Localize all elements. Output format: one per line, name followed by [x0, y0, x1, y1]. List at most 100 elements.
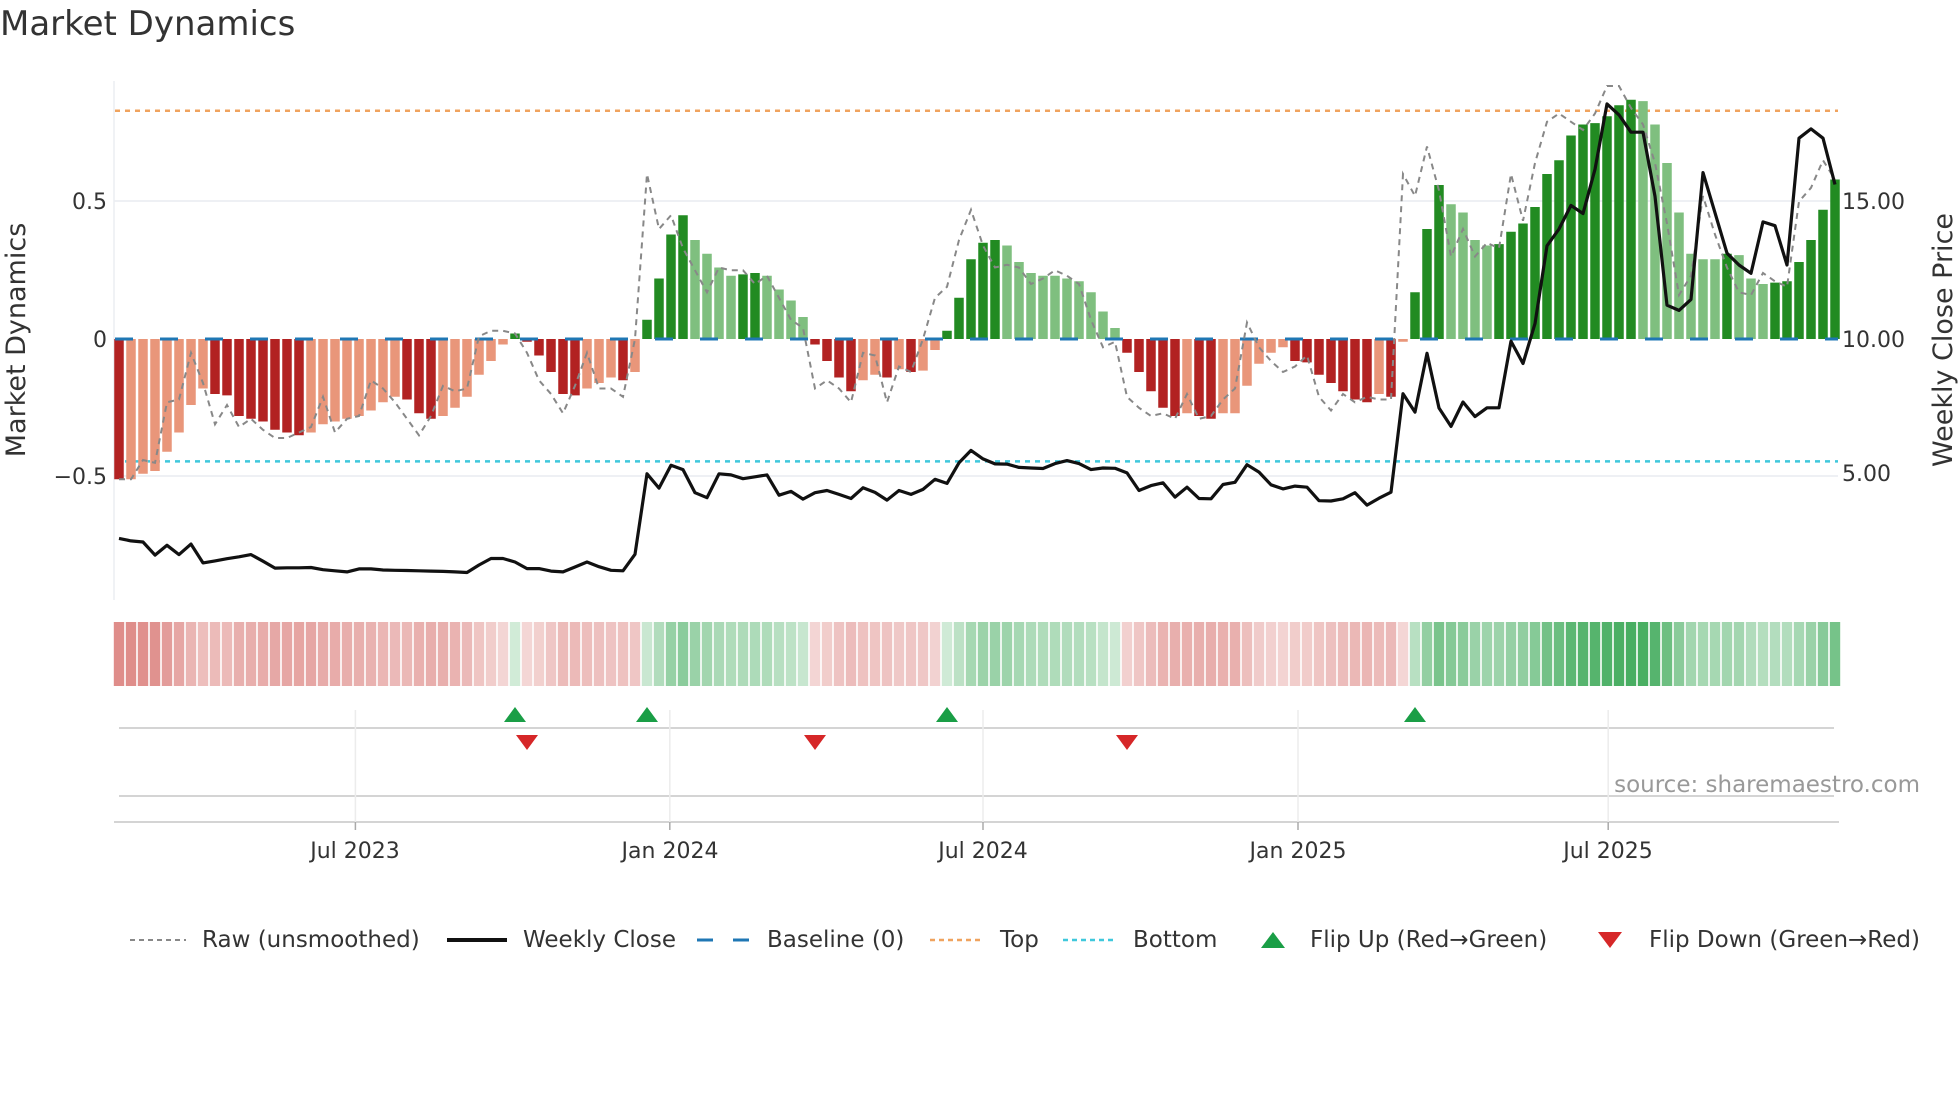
dynamics-bar	[1806, 240, 1816, 339]
heat-strip-cell	[833, 622, 845, 686]
dynamics-bar	[1782, 281, 1792, 339]
heat-strip-cell	[977, 622, 989, 686]
heat-strip-cell	[689, 622, 701, 686]
y2-tick-label: 5.00	[1842, 462, 1891, 487]
heat-strip-cell	[1721, 622, 1733, 686]
dynamics-bar	[222, 339, 232, 396]
dynamics-bar	[1374, 339, 1384, 394]
x-tick-label: Jul 2024	[936, 839, 1028, 864]
heat-strip-cell	[149, 622, 161, 686]
heat-strip-cell	[293, 622, 305, 686]
dynamics-bar	[1362, 339, 1372, 403]
heat-strip-cell	[869, 622, 881, 686]
heat-strip-cell	[881, 622, 893, 686]
heat-strip-cell	[209, 622, 221, 686]
dynamics-bar	[1218, 339, 1228, 414]
heat-strip-cell	[1805, 622, 1817, 686]
dynamics-bar	[690, 240, 700, 339]
heat-strip-cell	[1733, 622, 1745, 686]
x-tick-label: Jan 2025	[1248, 839, 1347, 864]
heat-strip-cell	[1445, 622, 1457, 686]
dynamics-bar	[1134, 339, 1144, 372]
heat-strip-cell	[821, 622, 833, 686]
dynamics-bar	[138, 339, 148, 474]
dotted-line-swatch-icon	[930, 938, 984, 942]
dynamics-bar	[498, 339, 508, 345]
heat-strip-cell	[1649, 622, 1661, 686]
heat-strip-cell	[473, 622, 485, 686]
heat-strip-cell	[1517, 622, 1529, 686]
heat-strip-cell	[1577, 622, 1589, 686]
heat-strip-cell	[521, 622, 533, 686]
heat-strip-cell	[1217, 622, 1229, 686]
dynamics-bar	[618, 339, 628, 381]
legend-label: Raw (unsmoothed)	[202, 927, 420, 953]
heat-strip-cell	[137, 622, 149, 686]
legend-item-top: Top	[930, 922, 1039, 958]
dynamics-bar	[318, 339, 328, 425]
heat-strip-cell	[1469, 622, 1481, 686]
heat-strip-cell	[185, 622, 197, 686]
legend-item-baseline: Baseline (0)	[697, 922, 904, 958]
heat-strip-cell	[749, 622, 761, 686]
dynamics-bar	[1698, 259, 1708, 339]
heat-strip-cell	[233, 622, 245, 686]
dynamics-bar	[798, 317, 808, 339]
heat-strip-cell	[1685, 622, 1697, 686]
dynamics-bar	[1578, 124, 1588, 339]
heat-strip-cell	[425, 622, 437, 686]
heat-strip-cell	[1529, 622, 1541, 686]
heat-strip-cell	[1169, 622, 1181, 686]
dynamics-bar	[534, 339, 544, 356]
dynamics-bar	[1062, 278, 1072, 339]
heat-strip-cell	[1361, 622, 1373, 686]
dynamics-bar	[750, 273, 760, 339]
dynamics-bar	[558, 339, 568, 394]
dashed-line-swatch-icon	[130, 939, 186, 941]
dynamics-bar	[1122, 339, 1132, 353]
dynamics-bar	[1758, 284, 1768, 339]
dynamics-bar	[966, 259, 976, 339]
heat-strip-cell	[725, 622, 737, 686]
heat-strip-cell	[917, 622, 929, 686]
heat-strip-cell	[701, 622, 713, 686]
heat-strip-cell	[989, 622, 1001, 686]
heat-strip-cell	[1145, 622, 1157, 686]
dynamics-bar	[1566, 135, 1576, 339]
dynamics-bar	[114, 339, 124, 480]
heat-strip-cell	[377, 622, 389, 686]
flip-up-marker	[936, 707, 958, 722]
heat-strip-cell	[1193, 622, 1205, 686]
heat-strip-cell	[1157, 622, 1169, 686]
heat-strip-cell	[1697, 622, 1709, 686]
heat-strip-cell	[1097, 622, 1109, 686]
heat-strip-cell	[905, 622, 917, 686]
dynamics-bar	[1110, 328, 1120, 339]
dynamics-bar	[402, 339, 412, 400]
heat-strip-cell	[305, 622, 317, 686]
heat-strip-cell	[665, 622, 677, 686]
heat-strip-cell	[1325, 622, 1337, 686]
dynamics-bar	[654, 278, 664, 339]
x-tick-label: Jul 2023	[308, 839, 400, 864]
dynamics-bar	[150, 339, 160, 471]
heat-strip-cell	[545, 622, 557, 686]
dynamics-bar	[330, 339, 340, 422]
dashed-line-swatch-icon	[697, 938, 751, 942]
dynamics-bar	[462, 339, 472, 397]
dynamics-bar	[1554, 160, 1564, 339]
heat-strip-cell	[1661, 622, 1673, 686]
triangle-up-icon	[1261, 932, 1285, 948]
heat-strip-cell	[785, 622, 797, 686]
heat-strip-cell	[1265, 622, 1277, 686]
heat-strip-cell	[341, 622, 353, 686]
heat-strip-cell	[653, 622, 665, 686]
dynamics-bar	[930, 339, 940, 350]
dynamics-bar	[414, 339, 424, 414]
dynamics-bar	[978, 242, 988, 339]
heat-strip-cell	[1349, 622, 1361, 686]
heat-strip-cell	[1481, 622, 1493, 686]
heat-strip-cell	[569, 622, 581, 686]
dynamics-bar	[990, 240, 1000, 339]
dynamics-bar	[1626, 99, 1636, 339]
